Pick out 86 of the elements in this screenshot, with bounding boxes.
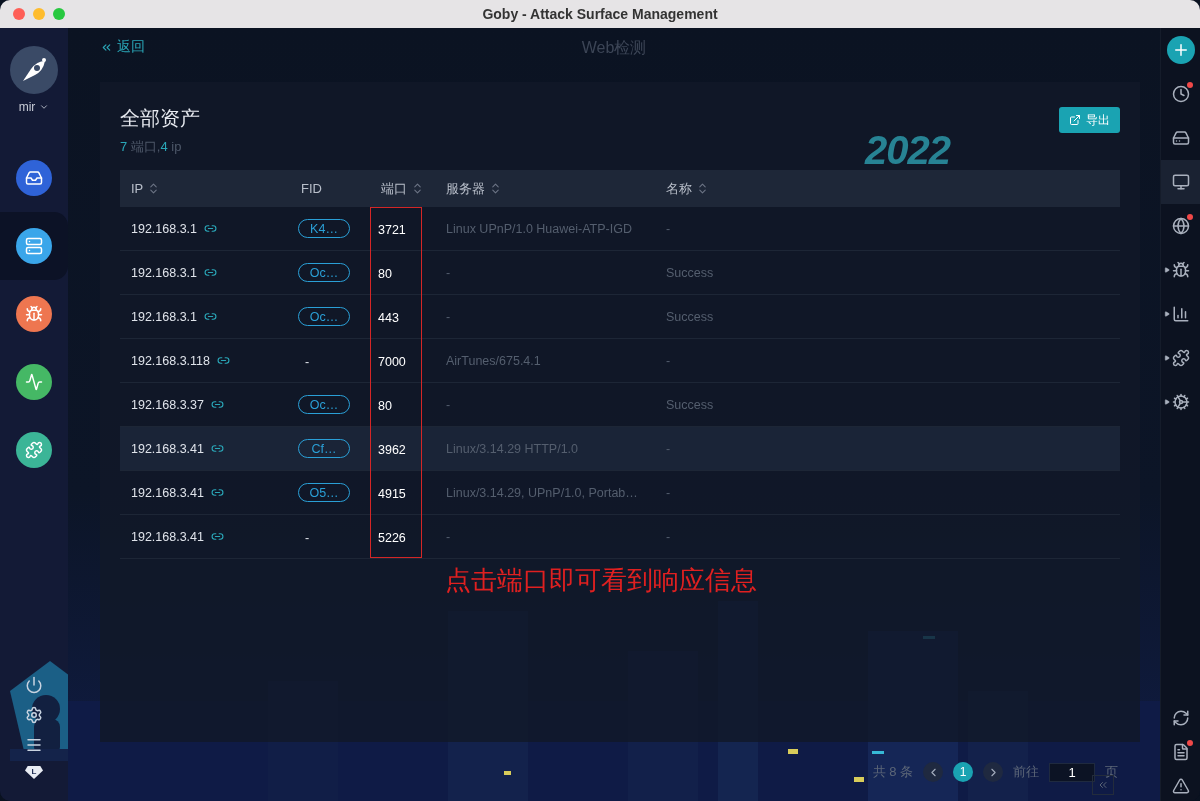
nav-item[interactable]	[0, 212, 68, 280]
warning-icon[interactable]	[1171, 777, 1190, 795]
port-link[interactable]: 80	[370, 266, 392, 281]
power-icon[interactable]	[25, 676, 43, 694]
level-badge: L	[25, 766, 43, 779]
sort-icon[interactable]	[411, 182, 424, 195]
puzzle-icon	[1171, 349, 1190, 367]
link-icon[interactable]	[211, 442, 224, 455]
port-link[interactable]: 3962	[370, 442, 406, 457]
column-header[interactable]: 服务器	[435, 179, 655, 198]
port-link[interactable]: 4915	[370, 486, 406, 501]
caret-icon	[1164, 267, 1170, 273]
export-icon	[1069, 114, 1081, 126]
settings-icon[interactable]	[25, 706, 43, 724]
ip-cell: 192.168.3.118	[131, 353, 210, 368]
monitor-icon	[1171, 173, 1190, 191]
caret-icon	[1164, 311, 1170, 317]
refresh-icon[interactable]	[1171, 709, 1190, 727]
table-row[interactable]: 192.168.3.41 O5… 4915 Linux/3.14.29, UPnP/1.0, Portab… -	[120, 471, 1120, 515]
link-icon[interactable]	[211, 398, 224, 411]
bug-icon	[1171, 261, 1190, 279]
column-header: FID	[300, 181, 323, 196]
name-cell-text: -	[665, 485, 672, 500]
link-icon[interactable]	[217, 354, 230, 367]
back-link[interactable]: 返回	[100, 38, 145, 56]
port-link[interactable]: 7000	[370, 354, 406, 369]
ip-cell: 192.168.3.1	[131, 265, 198, 280]
table-row[interactable]: 192.168.3.41 - 5226 - -	[120, 515, 1120, 559]
caret-icon	[1164, 355, 1170, 361]
user-avatar[interactable]	[10, 46, 58, 94]
table-row[interactable]: 192.168.3.1 K4… 3721 Linux UPnP/1.0 Huawei-ATP-IGD -	[120, 207, 1120, 251]
caret-icon	[1164, 399, 1170, 405]
column-header[interactable]: 端口	[370, 179, 435, 198]
asset-summary: 7 端口,4 ip	[120, 138, 183, 156]
server-cell-text: AirTunes/675.4.1	[445, 353, 542, 368]
ip-cell: 192.168.3.1	[131, 309, 198, 324]
link-icon[interactable]	[211, 530, 224, 543]
ip-cell: 192.168.3.41	[131, 441, 204, 456]
ip-cell: 192.168.3.41	[131, 529, 204, 544]
server-cell-text: -	[445, 265, 452, 280]
year-label: 2022	[865, 128, 950, 173]
panel-title: 全部资产	[120, 106, 200, 131]
sort-icon[interactable]	[696, 182, 709, 195]
name-cell-text: -	[665, 221, 672, 236]
link-icon[interactable]	[211, 486, 224, 499]
bar-chart-icon	[1171, 305, 1190, 323]
table-row[interactable]: 192.168.3.1 Oc… 443 - Success	[120, 295, 1120, 339]
gear-icon	[1171, 393, 1190, 411]
add-icon[interactable]	[1166, 36, 1195, 64]
user-menu[interactable]: mir	[18, 100, 50, 114]
link-icon[interactable]	[204, 266, 218, 279]
name-cell-text: -	[665, 353, 672, 368]
name-cell-text: Success	[665, 309, 715, 324]
fid-cell-text: -	[304, 354, 310, 369]
toolbar-item[interactable]	[1161, 160, 1200, 204]
table-row[interactable]: 192.168.3.1 Oc… 80 - Success	[120, 251, 1120, 295]
ip-cell: 192.168.3.1	[131, 221, 198, 236]
table-row[interactable]: 192.168.3.118 - 7000 AirTunes/675.4.1 -	[120, 339, 1120, 383]
table-row[interactable]: 192.168.3.41 Cf… 3962 Linux/3.14.29 HTTP/1.0 -	[120, 427, 1120, 471]
name-cell-text: -	[665, 441, 672, 456]
server-cell-text: Linux/3.14.29, UPnP/1.0, Portab…	[445, 485, 639, 500]
sort-icon[interactable]	[489, 182, 502, 195]
ip-cell: 192.168.3.37	[131, 397, 204, 412]
window-title: Goby - Attack Surface Management	[482, 6, 718, 22]
port-link[interactable]: 3721	[370, 222, 406, 237]
server-cell-text: -	[445, 529, 452, 544]
name-cell-text: Success	[665, 397, 715, 412]
server-cell-text: -	[445, 309, 452, 324]
port-link[interactable]: 5226	[370, 530, 406, 545]
name-cell-text: -	[665, 529, 672, 544]
link-icon[interactable]	[204, 310, 218, 323]
server-cell-text: -	[445, 397, 452, 412]
link-icon[interactable]	[204, 222, 218, 235]
server-icon	[1171, 129, 1190, 147]
ip-cell: 192.168.3.41	[131, 485, 204, 500]
fid-cell-text: -	[304, 530, 310, 545]
server-cell-text: Linux/3.14.29 HTTP/1.0	[445, 441, 580, 456]
port-link[interactable]: 443	[370, 310, 399, 325]
caret-icon	[39, 102, 50, 112]
name-cell-text: Success	[665, 265, 715, 280]
document-icon[interactable]	[1171, 743, 1190, 761]
menu-icon[interactable]	[25, 736, 43, 754]
port-link[interactable]: 80	[370, 398, 392, 413]
column-header[interactable]: 名称	[655, 179, 1120, 198]
server-cell-text: Linux UPnP/1.0 Huawei-ATP-IGD	[445, 221, 633, 236]
column-header[interactable]: IP	[120, 181, 290, 196]
